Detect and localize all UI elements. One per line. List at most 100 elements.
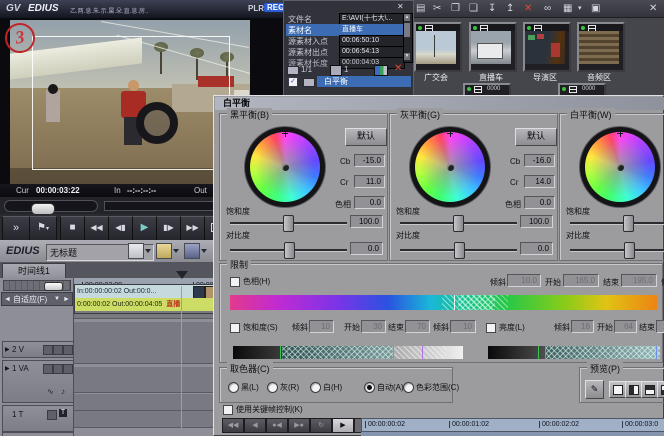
lock-icon[interactable]	[47, 410, 57, 420]
expand-button[interactable]: »	[2, 216, 30, 241]
cb-field[interactable]: -16.0	[524, 154, 555, 167]
waveform-icon[interactable]: ∿	[47, 387, 54, 396]
stop-button[interactable]: ■	[60, 216, 85, 241]
preview-mode-full[interactable]	[609, 381, 626, 398]
bin-clip-thumbnail[interactable]	[523, 22, 571, 72]
sat-end-field[interactable]: 70	[405, 320, 430, 333]
rewind-button[interactable]: ◀◀	[84, 216, 109, 241]
new-project-caret[interactable]	[145, 249, 151, 253]
bin-clip-thumbnail[interactable]	[469, 22, 517, 72]
track-header-2v[interactable]: ▶ 2 V	[2, 341, 74, 358]
capture-icon[interactable]: ↧	[488, 3, 496, 15]
black-balance-wheel[interactable]	[245, 127, 325, 207]
timeline-zoom-slider[interactable]	[3, 280, 71, 291]
save-project-caret[interactable]	[201, 249, 207, 253]
palette-scrollbar[interactable]: ▲ ▼	[403, 13, 413, 63]
filter-list-item[interactable]: 白平衡	[317, 76, 411, 87]
picker-radio-auto[interactable]	[364, 382, 375, 393]
kf-loop-button[interactable]: ↻	[310, 418, 332, 433]
marker-flag-button[interactable]: ⚑▾	[29, 216, 57, 241]
slider-thumb[interactable]	[623, 215, 634, 232]
hue-field[interactable]: 0.0	[524, 196, 555, 209]
kf-add-left-button[interactable]: ●◀	[266, 418, 288, 433]
hue-slope-start-field[interactable]: 10.0	[507, 274, 541, 287]
speaker-icon[interactable]: ♪	[61, 387, 65, 396]
slider-thumb[interactable]	[284, 242, 295, 259]
balance-point[interactable]	[617, 164, 624, 171]
lock-icon[interactable]	[43, 364, 53, 374]
plr-mode-button[interactable]: PLR	[248, 4, 264, 14]
bin-clip-thumbnail[interactable]	[414, 22, 462, 72]
hue-limit-bar[interactable]	[230, 295, 657, 310]
keyframe-ruler[interactable]: 00:00:00:02 00:00:01:02 00:00:02:02 00:0…	[361, 418, 664, 432]
timeline-scale-selector[interactable]: ◄ 自适应(F) ▼ ►	[1, 292, 73, 306]
link-icon[interactable]: ∞	[544, 3, 551, 15]
saturation-field[interactable]: 100.0	[520, 215, 553, 228]
track-expand-icon[interactable]: ▶	[5, 346, 10, 353]
lum-limit-bar[interactable]	[488, 346, 660, 359]
timeline-clip[interactable]: In:00:00:00:02 Out:00:0... 0:00:00:02 Ou…	[74, 284, 216, 314]
mute-icon[interactable]	[53, 345, 63, 355]
info-row[interactable]: 源素材入点 00:06:50:10	[286, 35, 401, 46]
title-track-icon[interactable]: T	[59, 409, 67, 417]
new-project-button[interactable]	[128, 243, 144, 259]
kf-prev2-button[interactable]: ◀◀	[222, 418, 244, 433]
cr-field[interactable]: 14.0	[524, 175, 555, 188]
slider-thumb[interactable]	[453, 215, 464, 232]
open-project-caret[interactable]	[173, 249, 179, 253]
scale-left-icon[interactable]: ◄	[4, 294, 11, 305]
picker-radio-black[interactable]	[228, 382, 239, 393]
shuttle-control[interactable]	[4, 200, 98, 212]
view-caret-icon[interactable]: ▾	[578, 3, 582, 15]
copy-icon[interactable]: ❐	[451, 3, 460, 15]
sat-slope-start-field[interactable]: 10	[309, 320, 334, 333]
slider-thumb[interactable]	[283, 215, 294, 232]
scroll-thumb[interactable]	[404, 23, 410, 37]
track-header-1va[interactable]: ▶ 1 VA ∿ ♪	[2, 360, 74, 403]
contrast-slider[interactable]	[400, 249, 517, 251]
scroll-up-icon[interactable]: ▲	[404, 14, 410, 21]
lum-limit-checkbox[interactable]	[486, 323, 496, 333]
track-header-1t[interactable]: 1 T T	[2, 405, 74, 432]
hue-end-field[interactable]: 195.0	[621, 274, 657, 287]
preview-mode-split-v[interactable]	[625, 381, 642, 398]
kf-play-button[interactable]: ▶	[332, 418, 354, 433]
playhead-marker[interactable]	[176, 271, 188, 279]
delete-icon[interactable]: ✕	[524, 3, 532, 15]
paste-icon[interactable]: ❏	[469, 3, 478, 15]
save-project-button[interactable]	[184, 243, 200, 259]
saturation-slider[interactable]	[230, 222, 347, 224]
saturation-slider[interactable]	[570, 222, 664, 224]
cut-icon[interactable]: ✂	[433, 3, 441, 15]
briefcase-icon[interactable]: ▣	[591, 3, 600, 15]
contrast-slider[interactable]	[570, 249, 664, 251]
gray-balance-wheel[interactable]	[410, 127, 490, 207]
lock-icon[interactable]	[43, 345, 53, 355]
filter-settings-icon[interactable]	[374, 65, 388, 76]
scroll-down-icon[interactable]: ▼	[404, 53, 410, 60]
ffwd-button[interactable]: ▶▶	[180, 216, 205, 241]
keyframe-checkbox[interactable]	[223, 405, 233, 415]
sat-slope-end-field[interactable]: 10	[450, 320, 476, 333]
cb-field[interactable]: -15.0	[354, 154, 385, 167]
close-icon[interactable]: ✕	[397, 2, 404, 11]
default-button[interactable]: 默认	[345, 128, 387, 146]
lum-end-field[interactable]: 192	[656, 320, 664, 333]
default-button[interactable]: 默认	[515, 128, 557, 146]
bin-clip-thumbnail[interactable]	[577, 22, 625, 72]
zoom-thumb[interactable]	[44, 282, 63, 291]
contrast-field[interactable]: 0.0	[350, 242, 383, 255]
preview-mode-split-h[interactable]	[641, 381, 658, 398]
delete-filter-icon[interactable]: ✕	[394, 63, 402, 74]
scale-right-icon[interactable]: ►	[63, 294, 70, 305]
hue-start-field[interactable]: 165.0	[563, 274, 599, 287]
play-button[interactable]: ▶	[132, 216, 157, 241]
picker-radio-gray[interactable]	[267, 382, 278, 393]
hue-field[interactable]: 0.0	[354, 196, 385, 209]
sat-start-field[interactable]: 30	[361, 320, 386, 333]
picker-pen-button[interactable]: ✎	[585, 380, 604, 399]
grid-view-icon[interactable]: ▦	[563, 3, 572, 15]
balance-point[interactable]	[282, 164, 289, 171]
picker-radio-white[interactable]	[310, 382, 321, 393]
clip-mark-icon[interactable]	[63, 364, 73, 374]
